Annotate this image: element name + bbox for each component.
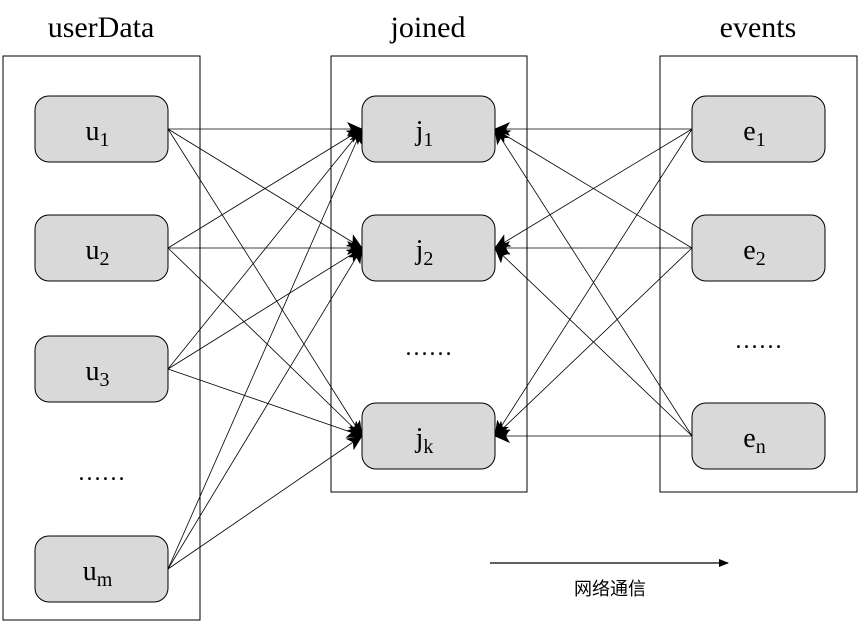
events-node-e2[interactable]: e2 xyxy=(691,214,826,282)
userData-node-u3[interactable]: u3 xyxy=(34,335,169,403)
joined-ellipsis: …… xyxy=(405,335,453,361)
edge-u3-j0 xyxy=(167,128,363,570)
edge-u0-j2 xyxy=(167,128,363,437)
joined-node-j1[interactable]: j1 xyxy=(361,95,496,163)
userData-ellipsis: …… xyxy=(78,460,126,486)
userData-node-u2[interactable]: u2 xyxy=(34,214,169,282)
userData-node-u1[interactable]: u1 xyxy=(34,95,169,163)
joined-node-jk[interactable]: jk xyxy=(361,402,496,470)
edge-u2-j2 xyxy=(167,368,363,438)
edge-u2-j1 xyxy=(167,247,363,370)
events-ellipsis: …… xyxy=(735,328,783,354)
joined-title: joined xyxy=(390,11,466,44)
userData-title: userData xyxy=(48,11,155,44)
events-node-e1[interactable]: e1 xyxy=(691,95,826,163)
edge-u2-j0 xyxy=(167,128,363,370)
edge-u3-j1 xyxy=(167,247,363,570)
events-node-en[interactable]: en xyxy=(691,402,826,470)
userData-node-um[interactable]: um xyxy=(34,535,169,603)
diagram: userData u1 u2 u3 um …… joined j1 j2 jk …… events e1… xyxy=(0,0,861,625)
joined-node-j2[interactable]: j2 xyxy=(361,214,496,282)
network-label: 网络通信 xyxy=(574,579,646,599)
diagram-canvas: userData u1 u2 u3 um …… joined j1 j2 jk …… events e1… xyxy=(2,11,858,621)
events-title: events xyxy=(720,11,797,44)
